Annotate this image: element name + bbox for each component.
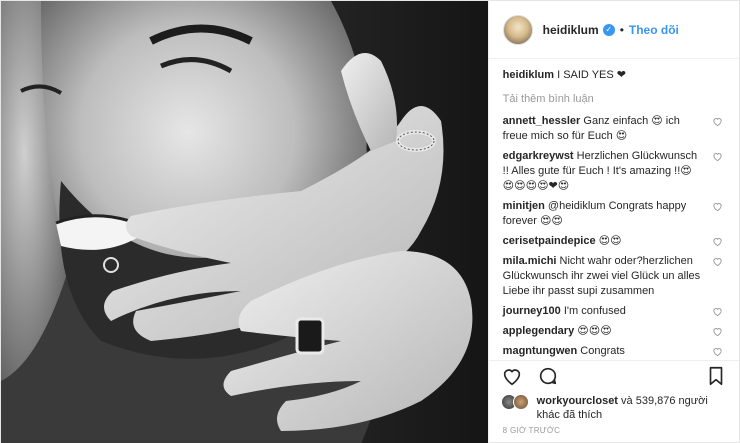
liker-avatar[interactable]	[512, 394, 529, 410]
post-timestamp[interactable]: 8 giờ trước	[489, 422, 739, 443]
post-sidebar: heidiklum ✓ • Theo dõi heidiklum I SAID …	[487, 1, 739, 443]
comment-item: edgarkreywst Herzlichen Glückwunsch !! A…	[503, 149, 725, 194]
comment-item: journey100 I'm confused	[503, 304, 725, 319]
liker-avatars	[500, 394, 531, 412]
comment-username[interactable]: annett_hessler	[503, 115, 581, 127]
comment-like-heart-icon[interactable]	[712, 151, 723, 162]
comment-username[interactable]: mila.michi	[503, 255, 557, 267]
post-header: heidiklum ✓ • Theo dõi	[488, 1, 739, 59]
comments-section: heidiklum I SAID YES ❤ Tải thêm bình luậ…	[489, 59, 739, 360]
comment-text: 😍😍	[598, 235, 622, 247]
comment-username[interactable]: magntungwen	[503, 345, 578, 357]
author-avatar[interactable]	[502, 14, 533, 45]
comment-username[interactable]: applegendary	[503, 325, 575, 337]
comment-like-heart-icon[interactable]	[712, 201, 723, 212]
comment-username[interactable]: minitjen	[503, 200, 545, 212]
instagram-post: heidiklum ✓ • Theo dõi heidiklum I SAID …	[0, 0, 740, 443]
comment-like-heart-icon[interactable]	[712, 256, 723, 267]
heart-icon[interactable]	[501, 365, 523, 387]
comment-username[interactable]: journey100	[503, 305, 561, 317]
post-actions-bar	[488, 360, 739, 390]
comment-username[interactable]: cerisetpaindepice	[503, 235, 596, 247]
comment-item: annett_hessler Ganz einfach 😍 ich freue …	[503, 114, 725, 144]
comment-item: minitjen @heidiklum Congrats happy forev…	[503, 199, 725, 229]
likes-username[interactable]: workyourcloset	[537, 395, 618, 407]
caption-username[interactable]: heidiklum	[503, 69, 554, 81]
comment-text: 😍😍😍	[577, 325, 612, 337]
load-more-comments-button[interactable]: Tải thêm bình luận	[503, 93, 725, 105]
comment-text: I'm confused	[563, 305, 626, 317]
comment-item: magntungwen Congrats	[503, 344, 725, 359]
comment-username[interactable]: edgarkreywst	[503, 150, 574, 162]
post-caption: heidiklum I SAID YES ❤	[503, 68, 725, 83]
comment-like-heart-icon[interactable]	[712, 116, 723, 127]
comment-like-heart-icon[interactable]	[712, 306, 723, 317]
photo-engagement-hands	[1, 1, 488, 443]
comment-text: Congrats	[580, 345, 625, 357]
comment-like-heart-icon[interactable]	[712, 326, 723, 337]
follow-button[interactable]: Theo dõi	[629, 23, 679, 37]
header-separator: •	[619, 22, 624, 37]
likes-summary: workyourcloset và 539,876 người khác đã …	[489, 390, 739, 422]
comment-icon[interactable]	[537, 365, 559, 387]
verified-badge-icon: ✓	[602, 23, 615, 36]
caption-text: I SAID YES ❤	[557, 69, 627, 81]
bookmark-icon[interactable]	[705, 365, 727, 387]
comment-like-heart-icon[interactable]	[712, 346, 723, 357]
comment-like-heart-icon[interactable]	[712, 236, 723, 247]
post-photo[interactable]	[1, 1, 488, 443]
comment-item: applegendary 😍😍😍	[503, 324, 725, 339]
comment-item: cerisetpaindepice 😍😍	[503, 234, 725, 249]
likes-text: workyourcloset và 539,876 người khác đã …	[537, 394, 727, 422]
author-username[interactable]: heidiklum	[543, 23, 599, 37]
comment-item: mila.michi Nicht wahr oder?herzlichen Gl…	[503, 254, 725, 299]
